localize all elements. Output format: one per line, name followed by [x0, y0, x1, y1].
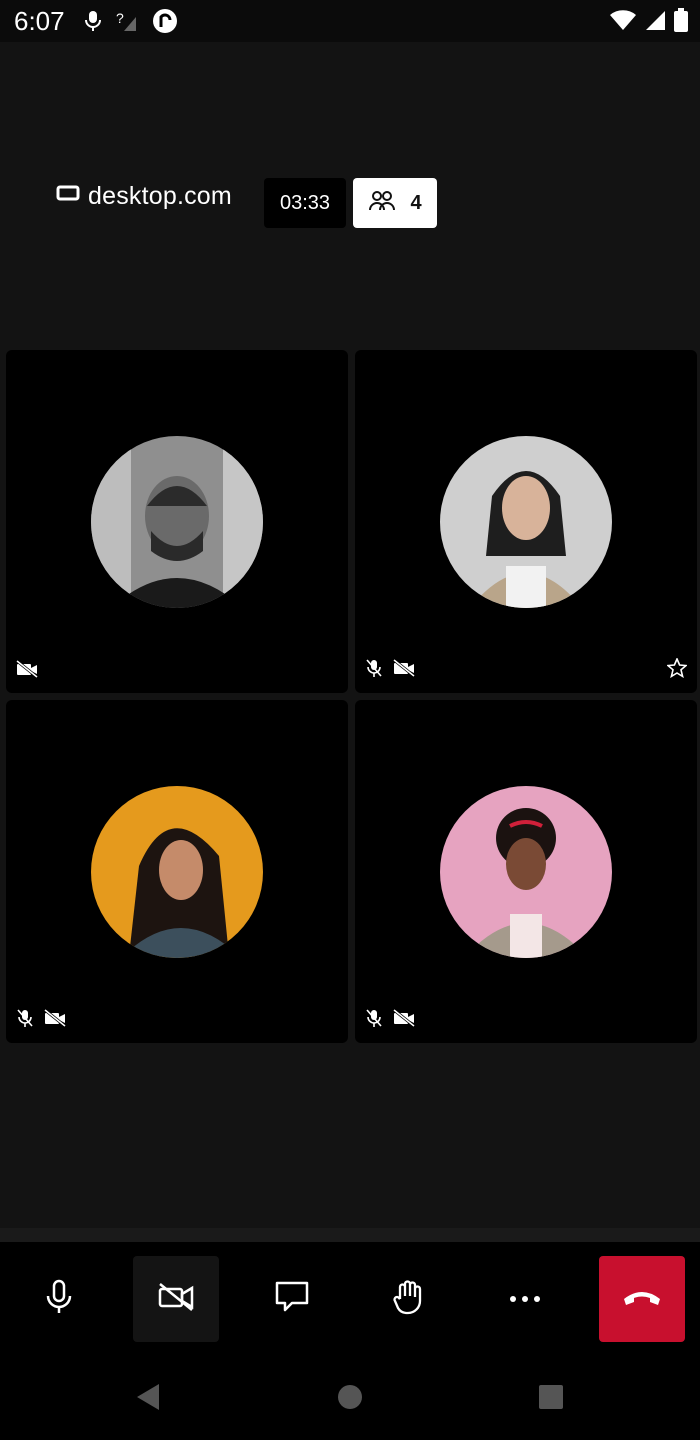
microphone-button[interactable]	[16, 1256, 102, 1342]
tile-status-icons	[365, 1008, 415, 1033]
participant-tile[interactable]	[6, 350, 348, 693]
participant-avatar	[91, 786, 263, 958]
mic-icon	[84, 9, 102, 38]
battery-icon	[674, 8, 688, 37]
status-left-icons: ?	[84, 8, 178, 39]
microphone-icon	[44, 1279, 74, 1320]
back-button[interactable]	[130, 1382, 164, 1416]
camera-off-icon	[44, 1008, 66, 1032]
camera-off-icon	[393, 658, 415, 682]
recents-square-icon	[537, 1383, 565, 1416]
brand-name: desktop.com	[88, 182, 232, 210]
hang-up-button[interactable]	[599, 1256, 685, 1342]
participant-tile[interactable]	[6, 700, 348, 1043]
status-right-icons	[610, 8, 688, 37]
chat-button[interactable]	[249, 1256, 335, 1342]
call-toolbar	[0, 1242, 700, 1356]
home-circle-icon	[336, 1383, 364, 1416]
star-icon[interactable]	[666, 656, 688, 683]
android-nav-bar	[0, 1356, 700, 1440]
more-options-button[interactable]	[482, 1256, 568, 1342]
brand-logo: desktop.com	[56, 182, 232, 211]
cell-signal-icon	[644, 9, 666, 36]
people-icon	[368, 188, 396, 218]
no-signal-icon: ?	[116, 9, 138, 38]
wifi-icon	[610, 9, 636, 36]
recents-button[interactable]	[534, 1382, 568, 1416]
participant-avatar	[440, 786, 612, 958]
camera-off-icon	[393, 1008, 415, 1032]
back-triangle-icon	[133, 1382, 161, 1417]
tile-status-icons	[16, 659, 38, 683]
participant-avatar	[91, 436, 263, 608]
call-timer: 03:33	[264, 178, 346, 228]
hand-icon	[392, 1279, 426, 1320]
status-time: 6:07	[14, 6, 65, 36]
camera-off-icon	[16, 659, 38, 683]
status-bar: 6:07 ?	[0, 0, 700, 42]
chat-icon	[274, 1280, 310, 1319]
svg-text:?: ?	[116, 10, 124, 26]
participant-tile[interactable]	[355, 350, 697, 693]
toolbar-separator	[0, 1228, 700, 1242]
raise-hand-button[interactable]	[366, 1256, 452, 1342]
participants-button[interactable]: 4	[353, 178, 437, 228]
camera-off-icon	[158, 1282, 194, 1317]
participants-count: 4	[410, 191, 422, 214]
camera-off-button[interactable]	[133, 1256, 219, 1342]
monitor-logo-icon	[56, 184, 82, 209]
participant-avatar	[440, 436, 612, 608]
mic-off-icon	[365, 658, 383, 683]
app-icon	[152, 8, 178, 39]
mic-off-icon	[365, 1008, 383, 1033]
tile-status-icons	[16, 1008, 66, 1033]
phone-hangup-icon	[622, 1287, 662, 1312]
home-button[interactable]	[333, 1382, 367, 1416]
tile-status-icons	[365, 658, 415, 683]
mic-off-icon	[16, 1008, 34, 1033]
participant-tile[interactable]	[355, 700, 697, 1043]
more-dots-icon	[509, 1290, 541, 1308]
